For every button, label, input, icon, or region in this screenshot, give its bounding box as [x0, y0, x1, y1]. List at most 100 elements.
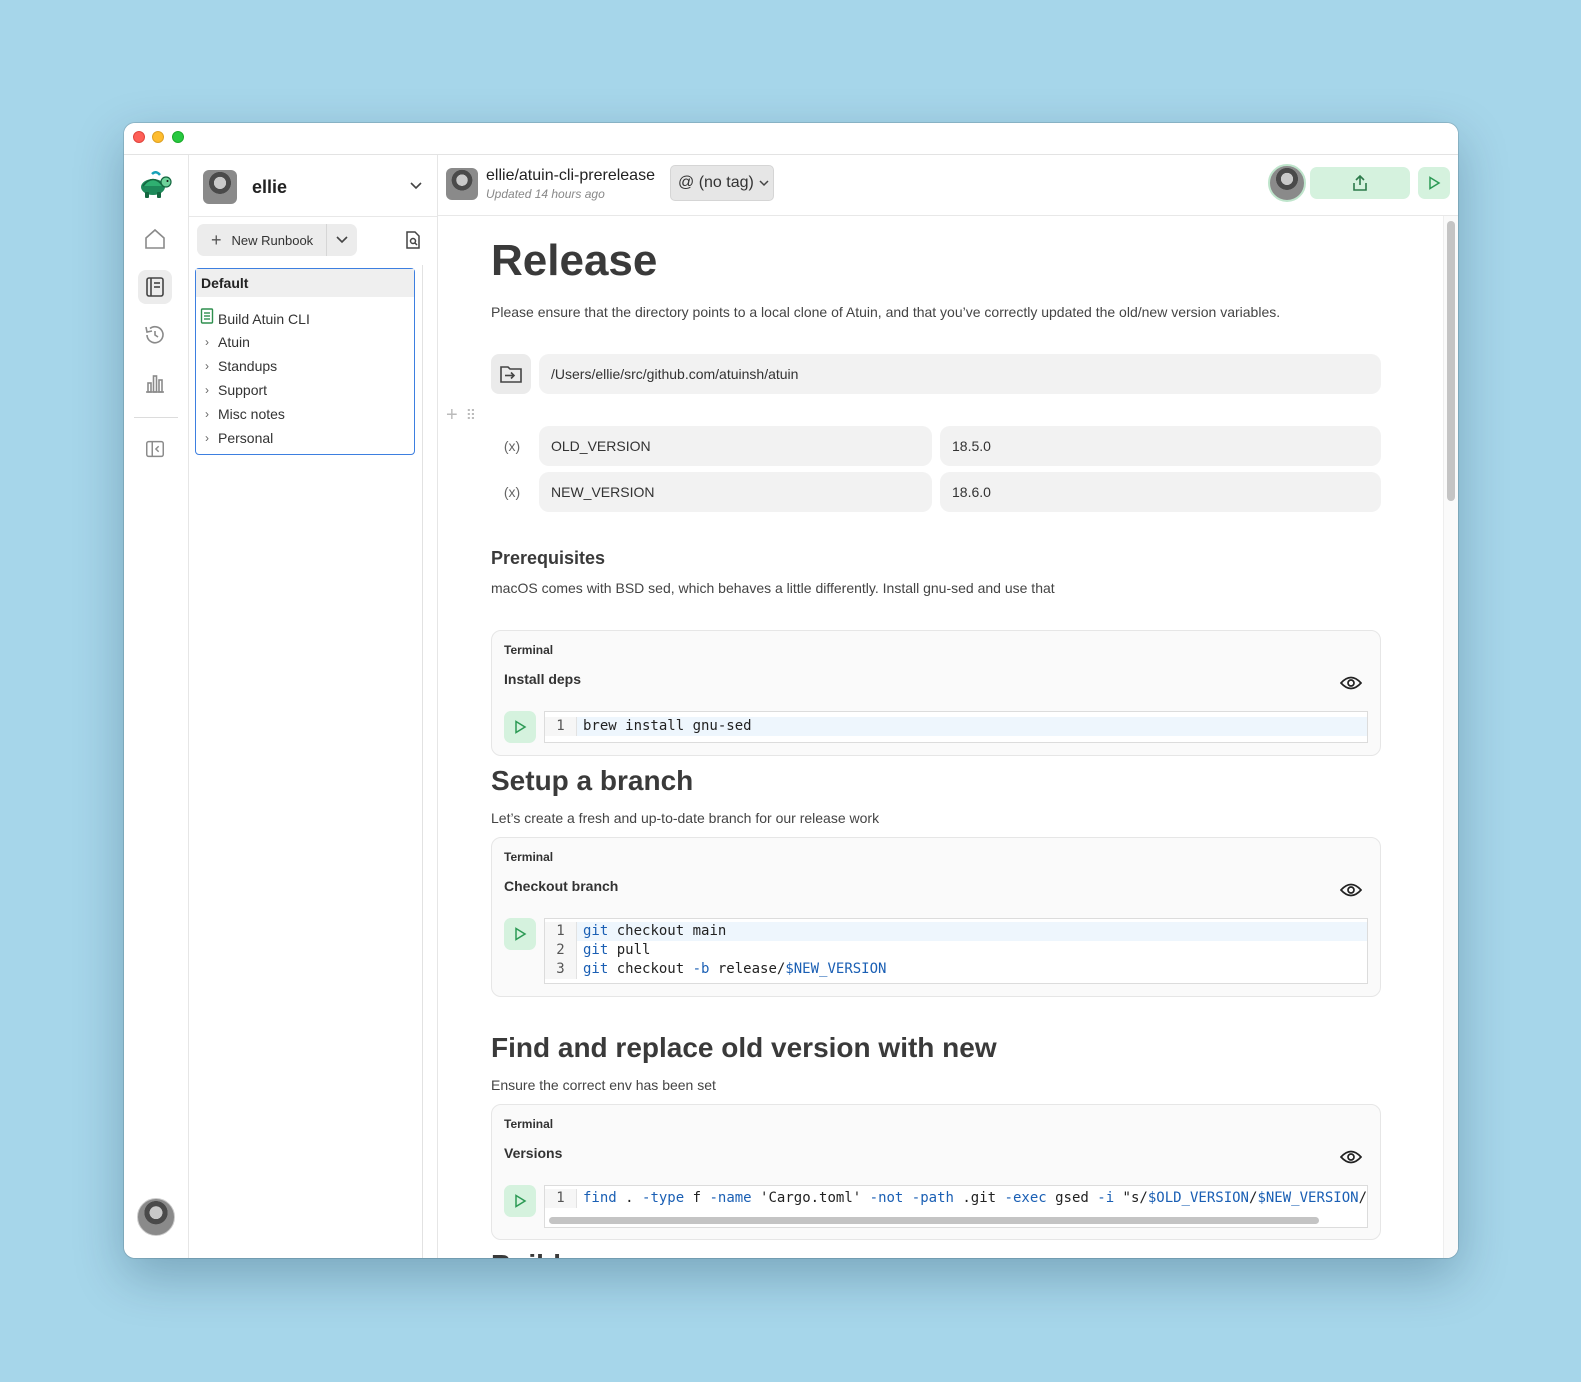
section-paragraph: Ensure the correct env has been set — [491, 1077, 716, 1093]
intro-paragraph: Please ensure that the directory points … — [491, 304, 1281, 320]
code-text: git pull — [583, 942, 651, 958]
import-runbook-icon[interactable] — [403, 230, 423, 250]
chevron-down-icon[interactable] — [409, 179, 423, 193]
var-name-input[interactable]: NEW_VERSION — [539, 472, 932, 512]
app-window: ellie + New Runbook Default Build Atuin … — [124, 123, 1458, 1258]
button-divider — [326, 224, 327, 256]
play-icon — [515, 720, 527, 734]
terminal-block: Terminal Install deps 1 brew install gnu-… — [491, 630, 1381, 756]
run-block-button[interactable] — [504, 1185, 536, 1217]
play-icon — [515, 927, 527, 941]
page-title: Release — [491, 236, 658, 285]
tree-item-runbook[interactable]: Build Atuin CLI — [196, 307, 310, 330]
line-number: 2 — [545, 941, 577, 960]
eye-icon[interactable] — [1340, 675, 1362, 691]
code-editor[interactable]: 1 find . -type f -name 'Cargo.toml' -not … — [544, 1185, 1368, 1228]
tag-label: @ (no tag) — [678, 174, 754, 191]
code-editor[interactable]: 1 git checkout main 2 git pull 3 git checko… — [544, 918, 1368, 984]
code-line: 1 git checkout main — [545, 922, 1367, 941]
minimize-window-button[interactable] — [152, 131, 164, 143]
tree-folder[interactable]: › Support — [196, 379, 267, 401]
tree-folder-label: Misc notes — [218, 406, 285, 422]
new-runbook-dropdown-icon[interactable] — [335, 233, 349, 247]
var-value-input[interactable]: 18.5.0 — [940, 426, 1381, 466]
variable-icon: (x) — [503, 438, 521, 454]
code-text: git checkout main — [583, 923, 727, 939]
share-button[interactable] — [1310, 167, 1410, 199]
chevron-right-icon[interactable]: › — [196, 379, 218, 401]
run-block-button[interactable] — [504, 918, 536, 950]
new-runbook-label: New Runbook — [231, 232, 314, 248]
code-line: 1 find . -type f -name 'Cargo.toml' -not … — [545, 1189, 1367, 1208]
tree-folder[interactable]: › Personal — [196, 427, 273, 449]
block-name[interactable]: Install deps — [504, 671, 581, 687]
add-block-icon[interactable]: + — [446, 404, 458, 427]
runbook-editor[interactable]: Release Please ensure that the directory… — [438, 216, 1458, 1258]
directory-button[interactable] — [491, 354, 531, 394]
line-number: 1 — [545, 922, 577, 941]
chevron-right-icon[interactable]: › — [196, 331, 218, 353]
title-bar — [124, 123, 1458, 155]
section-paragraph: Let’s create a fresh and up-to-date bran… — [491, 810, 880, 826]
block-type-label: Terminal — [504, 850, 554, 864]
scroll-track[interactable] — [1443, 216, 1458, 1258]
chevron-right-icon[interactable]: › — [196, 427, 218, 449]
vertical-scrollbar[interactable] — [1447, 221, 1455, 501]
code-text: find . -type f -name 'Cargo.toml' -not -… — [583, 1190, 1368, 1206]
eye-icon[interactable] — [1340, 882, 1362, 898]
section-heading: Build — [491, 1249, 561, 1258]
sidebar: ellie + New Runbook Default Build Atuin … — [189, 155, 438, 1258]
drag-handle-icon[interactable]: ⠿ — [466, 407, 476, 424]
tag-selector[interactable]: @ (no tag) — [670, 165, 774, 201]
line-number: 1 — [545, 717, 577, 736]
zoom-window-button[interactable] — [172, 131, 184, 143]
chevron-right-icon[interactable]: › — [196, 355, 218, 377]
block-name[interactable]: Checkout branch — [504, 878, 618, 894]
turtle-logo-icon — [138, 169, 172, 203]
tree-folder-label: Support — [218, 382, 268, 398]
tree-folder-label: Personal — [218, 430, 274, 446]
runbook-path: ellie/atuin-cli-prerelease — [486, 167, 655, 184]
block-name[interactable]: Versions — [504, 1145, 562, 1161]
code-editor[interactable]: 1 brew install gnu-sed — [544, 711, 1368, 743]
block-type-label: Terminal — [504, 1117, 554, 1131]
horizontal-scrollbar[interactable] — [549, 1217, 1319, 1224]
run-all-button[interactable] — [1418, 167, 1450, 199]
tree-folder[interactable]: › Atuin — [196, 331, 250, 353]
workspace-switcher[interactable]: ellie — [189, 155, 437, 217]
line-number: 3 — [545, 960, 577, 979]
tree-item-label: Build Atuin CLI — [218, 311, 310, 327]
stats-icon[interactable] — [138, 366, 172, 400]
play-icon — [515, 1194, 527, 1208]
run-block-button[interactable] — [504, 711, 536, 743]
history-icon[interactable] — [138, 318, 172, 352]
chevron-down-icon — [759, 180, 769, 187]
tree-workspace-header[interactable]: Default — [196, 269, 414, 297]
home-icon[interactable] — [138, 222, 172, 256]
terminal-block: Terminal Versions 1 find . -type f -name … — [491, 1104, 1381, 1240]
block-type-label: Terminal — [504, 643, 554, 657]
close-window-button[interactable] — [133, 131, 145, 143]
section-heading: Setup a branch — [491, 765, 694, 796]
chevron-right-icon[interactable]: › — [196, 403, 218, 425]
share-icon — [1353, 174, 1367, 191]
new-runbook-button[interactable]: + New Runbook — [197, 224, 357, 256]
block-controls: + ⠿ — [446, 404, 476, 427]
collaborator-avatar[interactable] — [1268, 164, 1306, 202]
section-paragraph: macOS comes with BSD sed, which behaves … — [491, 580, 1055, 596]
eye-icon[interactable] — [1340, 1149, 1362, 1165]
runbooks-icon[interactable] — [138, 270, 172, 304]
code-line: 1 brew install gnu-sed — [545, 717, 1367, 736]
directory-input[interactable]: /Users/ellie/src/github.com/atuinsh/atui… — [539, 354, 1381, 394]
var-value-input[interactable]: 18.6.0 — [940, 472, 1381, 512]
workspace-name: ellie — [252, 177, 288, 197]
rail-divider — [134, 417, 178, 418]
collapse-sidebar-icon[interactable] — [138, 432, 172, 466]
user-avatar[interactable] — [137, 1198, 175, 1236]
play-icon — [1429, 176, 1441, 190]
tree-folder[interactable]: › Standups — [196, 355, 277, 377]
var-name-input[interactable]: OLD_VERSION — [539, 426, 932, 466]
tree-folder-label: Atuin — [218, 334, 250, 350]
tree-folder[interactable]: › Misc notes — [196, 403, 285, 425]
code-text: git checkout -b release/$NEW_VERSION — [583, 961, 887, 977]
